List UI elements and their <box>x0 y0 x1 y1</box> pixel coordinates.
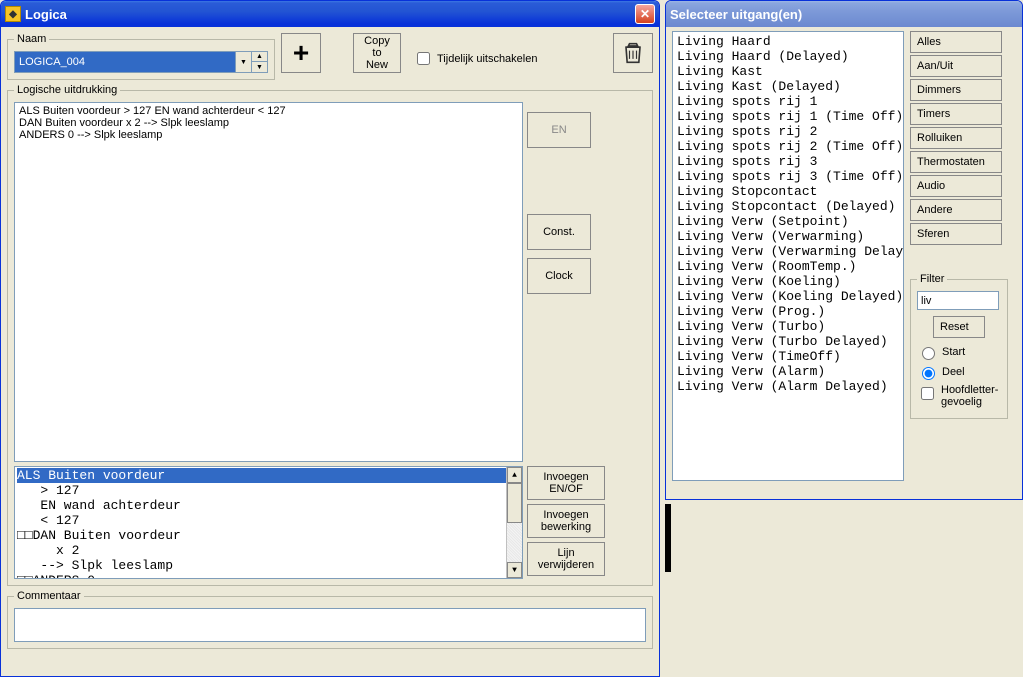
list-item[interactable]: Living Stopcontact (Delayed) <box>677 199 899 214</box>
list-item[interactable]: Living Verw (Prog.) <box>677 304 899 319</box>
category-button[interactable]: Alles <box>910 31 1002 53</box>
const-button[interactable]: Const. <box>527 214 591 250</box>
close-icon[interactable]: ✕ <box>635 4 655 24</box>
list-item[interactable]: Living Verw (Verwarming) <box>677 229 899 244</box>
disable-checkbox[interactable] <box>417 52 430 65</box>
category-button[interactable]: Aan/Uit <box>910 55 1002 77</box>
list-item[interactable]: Living Verw (Setpoint) <box>677 214 899 229</box>
lijn-verwijderen-button[interactable]: Lijn verwijderen <box>527 542 605 576</box>
list-item[interactable]: EN wand achterdeur <box>17 498 520 513</box>
window-title: Logica <box>25 7 635 22</box>
list-item[interactable]: Living Verw (Koeling Delayed) <box>677 289 899 304</box>
list-item[interactable]: Living Stopcontact <box>677 184 899 199</box>
invoegen-enof-button[interactable]: Invoegen EN/OF <box>527 466 605 500</box>
list-item[interactable]: Living Verw (Alarm) <box>677 364 899 379</box>
naam-combo[interactable]: ▼ ▲ ▼ <box>14 51 268 73</box>
select-outputs-window: Selecteer uitgang(en) Living HaardLiving… <box>665 0 1023 500</box>
category-button[interactable]: Rolluiken <box>910 127 1002 149</box>
list-item[interactable]: Living Kast (Delayed) <box>677 79 899 94</box>
deel-label: Deel <box>942 366 965 378</box>
trash-icon <box>619 39 647 67</box>
chevron-up-icon[interactable]: ▲ <box>252 52 267 62</box>
list-item[interactable]: Living Verw (RoomTemp.) <box>677 259 899 274</box>
list-item[interactable]: Living Verw (Turbo Delayed) <box>677 334 899 349</box>
list-item[interactable]: Living spots rij 1 (Time Off) <box>677 109 899 124</box>
naam-spinner[interactable]: ▲ ▼ <box>251 52 267 72</box>
start-label: Start <box>942 346 965 358</box>
commentaar-legend: Commentaar <box>14 590 84 602</box>
scrollbar[interactable]: ▲ ▼ <box>506 467 522 578</box>
list-item[interactable]: Living spots rij 3 (Time Off) <box>677 169 899 184</box>
list-item[interactable]: --> Slpk leeslamp <box>17 558 520 573</box>
category-button[interactable]: Sferen <box>910 223 1002 245</box>
expression-fieldset: Logische uitdrukking ALS Buiten voordeur… <box>7 84 653 586</box>
list-item[interactable]: Living spots rij 2 (Time Off) <box>677 139 899 154</box>
filter-fieldset: Filter Reset Start Deel Hoofdletter-gevo… <box>910 273 1008 419</box>
list-item[interactable]: Living Verw (Turbo) <box>677 319 899 334</box>
list-item[interactable]: Living Verw (Verwarming Delayed) <box>677 244 899 259</box>
disable-label: Tijdelijk uitschakelen <box>437 53 537 65</box>
list-item[interactable]: Living spots rij 3 <box>677 154 899 169</box>
list-item[interactable]: □□DAN Buiten voordeur <box>17 528 520 543</box>
titlebar-logica[interactable]: ◆ Logica ✕ <box>1 1 659 27</box>
chevron-down-icon[interactable]: ▼ <box>235 52 251 72</box>
case-sensitive-label: Hoofdletter-gevoelig <box>941 384 1001 408</box>
list-item[interactable]: □□ANDERS 0 <box>17 573 520 579</box>
category-button[interactable]: Thermostaten <box>910 151 1002 173</box>
list-item[interactable]: Living spots rij 1 <box>677 94 899 109</box>
list-item[interactable]: < 127 <box>17 513 520 528</box>
scroll-down-icon[interactable]: ▼ <box>507 562 522 578</box>
case-sensitive-checkbox[interactable] <box>921 387 934 400</box>
naam-legend: Naam <box>14 33 49 45</box>
logica-window: ◆ Logica ✕ Naam ▼ ▲ ▼ + Copy to New <box>0 0 660 677</box>
list-item[interactable]: Living spots rij 2 <box>677 124 899 139</box>
titlebar-select[interactable]: Selecteer uitgang(en) <box>666 1 1022 27</box>
naam-input[interactable] <box>15 52 235 72</box>
list-item[interactable]: Living Kast <box>677 64 899 79</box>
en-button[interactable]: EN <box>527 112 591 148</box>
start-radio[interactable] <box>922 347 935 360</box>
parsed-listbox[interactable]: ALS Buiten voordeur > 127 EN wand achter… <box>14 466 523 579</box>
category-button[interactable]: Dimmers <box>910 79 1002 101</box>
add-button[interactable]: + <box>281 33 321 73</box>
expression-textarea[interactable]: ALS Buiten voordeur > 127 EN wand achter… <box>14 102 523 462</box>
commentaar-textarea[interactable] <box>14 608 646 642</box>
expression-legend: Logische uitdrukking <box>14 84 120 96</box>
invoegen-bewerking-button[interactable]: Invoegen bewerking <box>527 504 605 538</box>
category-button[interactable]: Timers <box>910 103 1002 125</box>
deel-radio[interactable] <box>922 367 935 380</box>
outputs-listbox[interactable]: Living HaardLiving Haard (Delayed)Living… <box>672 31 904 481</box>
naam-fieldset: Naam ▼ ▲ ▼ <box>7 33 275 80</box>
list-item[interactable]: Living Verw (Koeling) <box>677 274 899 289</box>
list-item[interactable]: Living Haard <box>677 34 899 49</box>
commentaar-fieldset: Commentaar <box>7 590 653 649</box>
chevron-down-icon[interactable]: ▼ <box>252 62 267 72</box>
decorative-bar <box>665 504 671 572</box>
app-icon: ◆ <box>5 6 21 22</box>
list-item[interactable]: Living Verw (TimeOff) <box>677 349 899 364</box>
scroll-thumb[interactable] <box>507 483 522 523</box>
clock-button[interactable]: Clock <box>527 258 591 294</box>
delete-button[interactable] <box>613 33 653 73</box>
window-title: Selecteer uitgang(en) <box>670 7 1018 22</box>
list-item[interactable]: x 2 <box>17 543 520 558</box>
category-button[interactable]: Audio <box>910 175 1002 197</box>
list-item[interactable]: > 127 <box>17 483 520 498</box>
filter-legend: Filter <box>917 273 947 285</box>
filter-input[interactable] <box>917 291 999 310</box>
category-button[interactable]: Andere <box>910 199 1002 221</box>
list-item[interactable]: ALS Buiten voordeur <box>17 468 520 483</box>
scroll-up-icon[interactable]: ▲ <box>507 467 522 483</box>
list-item[interactable]: Living Haard (Delayed) <box>677 49 899 64</box>
reset-button[interactable]: Reset <box>933 316 985 338</box>
copy-to-new-button[interactable]: Copy to New <box>353 33 401 73</box>
list-item[interactable]: Living Verw (Alarm Delayed) <box>677 379 899 394</box>
